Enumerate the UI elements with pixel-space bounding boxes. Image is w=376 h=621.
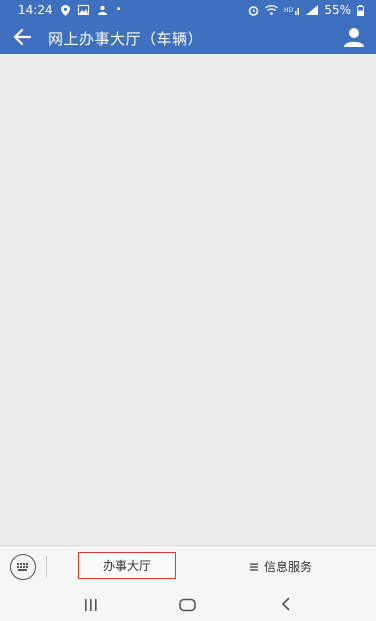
hd-icon: HD	[284, 7, 300, 15]
page-title: 网上办事大厅（车辆）	[48, 30, 204, 48]
battery-text: 55%	[324, 3, 351, 17]
notification-icon	[97, 5, 107, 15]
back-button[interactable]	[10, 25, 36, 49]
menu-icon	[250, 563, 258, 570]
home-button[interactable]	[179, 597, 196, 612]
status-bar: 14:24 • HD 55%	[0, 0, 376, 20]
content-area	[0, 54, 376, 545]
keyboard-icon	[17, 563, 28, 571]
location-icon	[60, 4, 70, 16]
tab-info-service-label: 信息服务	[264, 560, 313, 574]
system-back-button[interactable]	[280, 596, 292, 612]
signal-icon	[306, 5, 319, 15]
svg-text:HD: HD	[284, 7, 294, 14]
status-right: HD 55%	[248, 3, 364, 17]
home-icon	[179, 598, 196, 612]
tab-service-hall-label: 办事大厅	[102, 559, 151, 573]
arrow-left-icon	[13, 28, 32, 46]
dot-icon: •	[115, 4, 122, 15]
person-icon	[344, 28, 364, 47]
wifi-icon	[265, 5, 279, 15]
alarm-icon	[249, 5, 259, 16]
recent-apps-button[interactable]	[84, 597, 98, 611]
profile-button[interactable]	[342, 26, 366, 48]
battery-icon	[357, 4, 364, 16]
app-bar: 网上办事大厅（车辆）	[0, 20, 376, 54]
status-time: 14:24	[18, 3, 53, 17]
status-left: 14:24 •	[18, 3, 122, 17]
tab-info-service[interactable]: 信息服务	[250, 558, 312, 575]
keyboard-toggle-button[interactable]	[10, 554, 36, 580]
divider	[46, 556, 47, 578]
recent-apps-icon	[85, 599, 97, 611]
bottom-menu-bar: 办事大厅 信息服务	[0, 545, 376, 588]
chevron-left-icon	[281, 597, 290, 611]
system-nav-bar	[0, 587, 376, 621]
image-icon	[77, 5, 89, 15]
tab-service-hall[interactable]: 办事大厅	[78, 552, 176, 579]
